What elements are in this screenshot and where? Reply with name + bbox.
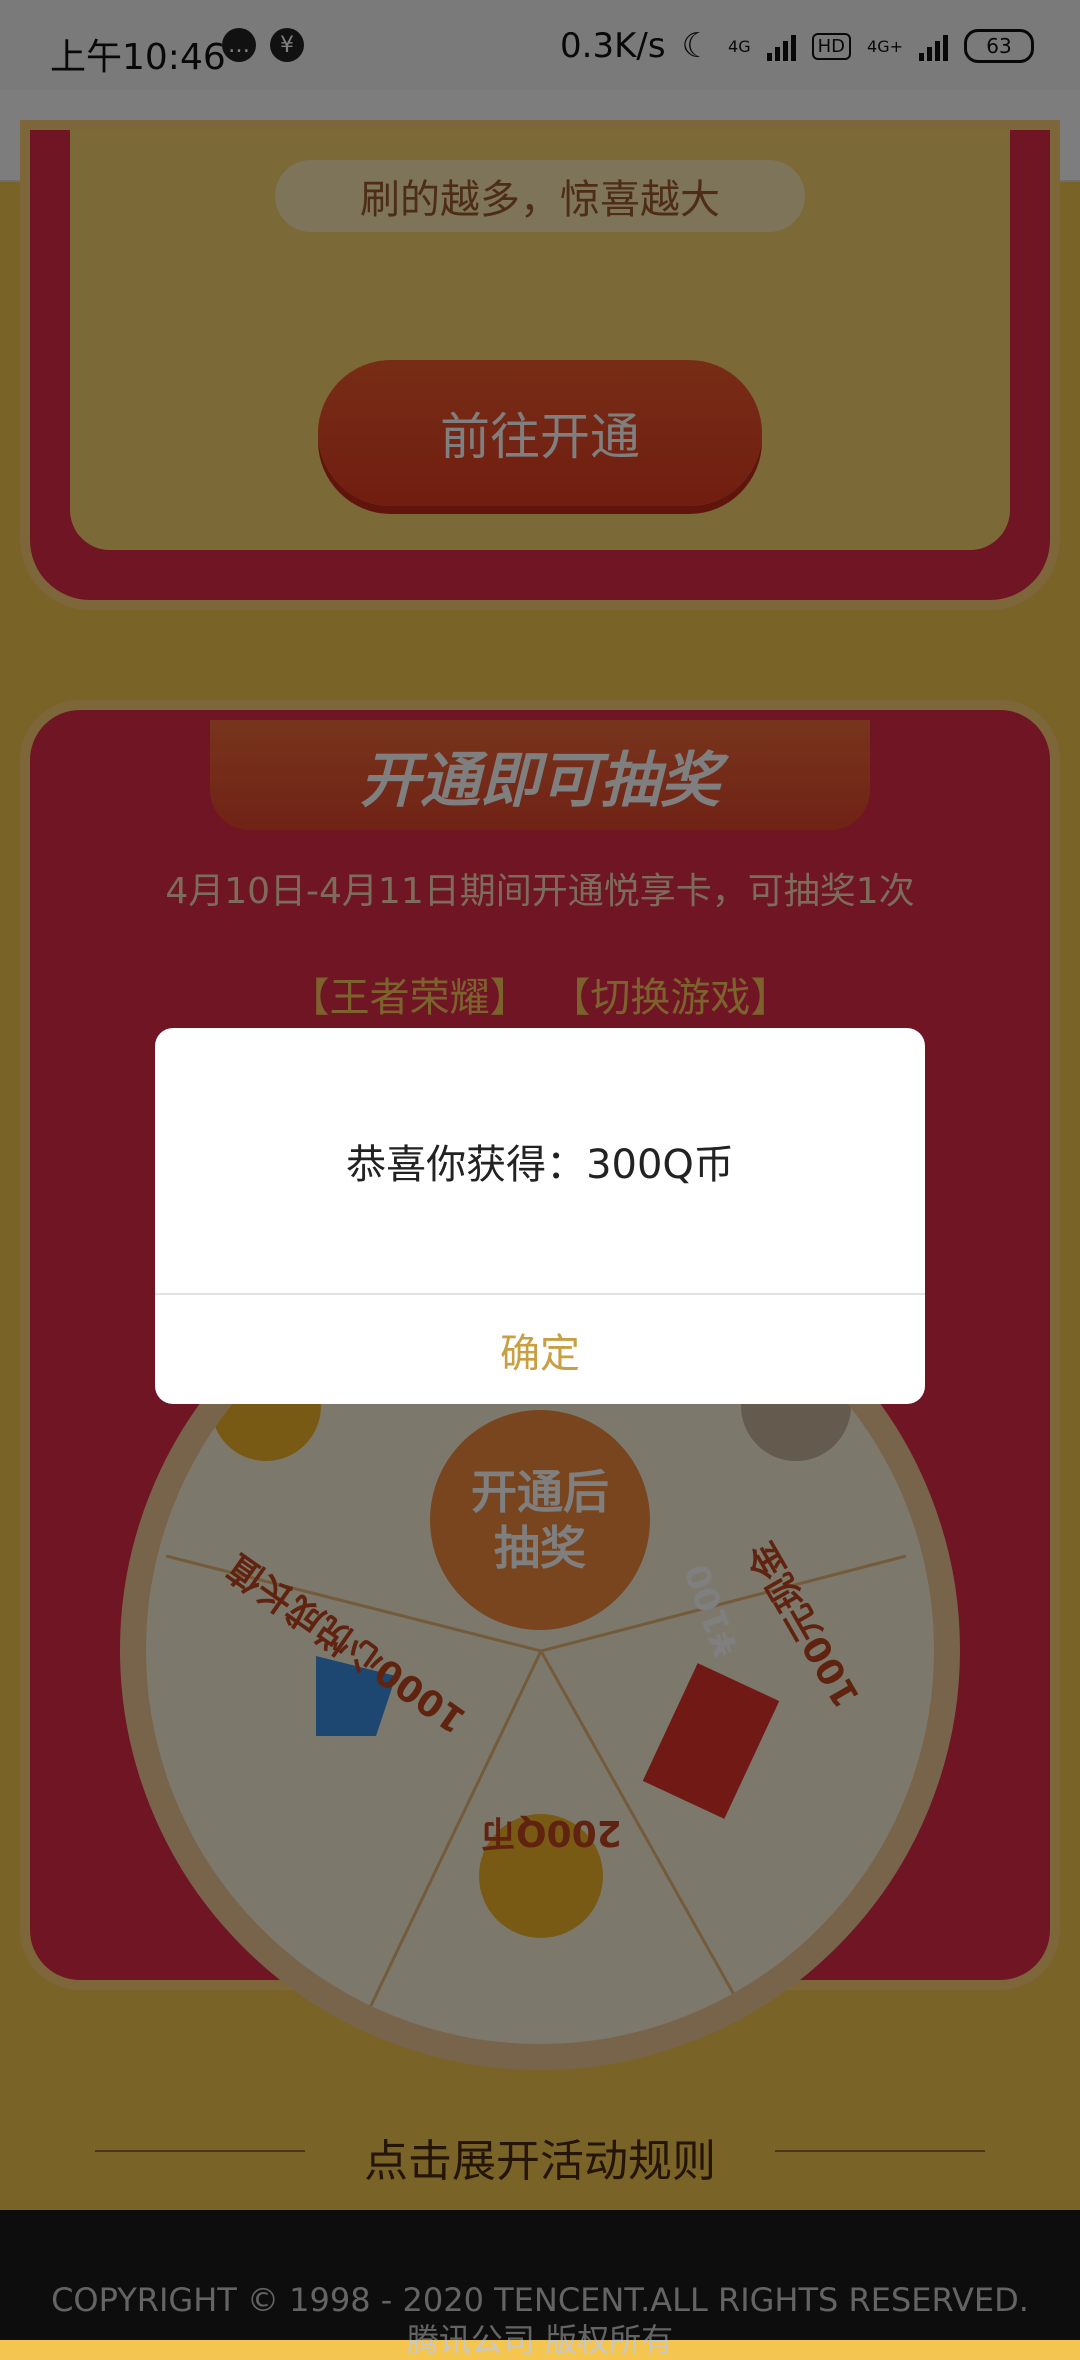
confirm-button[interactable]: 确定 bbox=[155, 1295, 925, 1404]
prize-dialog: 恭喜你获得：300Q币 确定 bbox=[155, 1028, 925, 1404]
dialog-message: 恭喜你获得：300Q币 bbox=[346, 1141, 734, 1188]
